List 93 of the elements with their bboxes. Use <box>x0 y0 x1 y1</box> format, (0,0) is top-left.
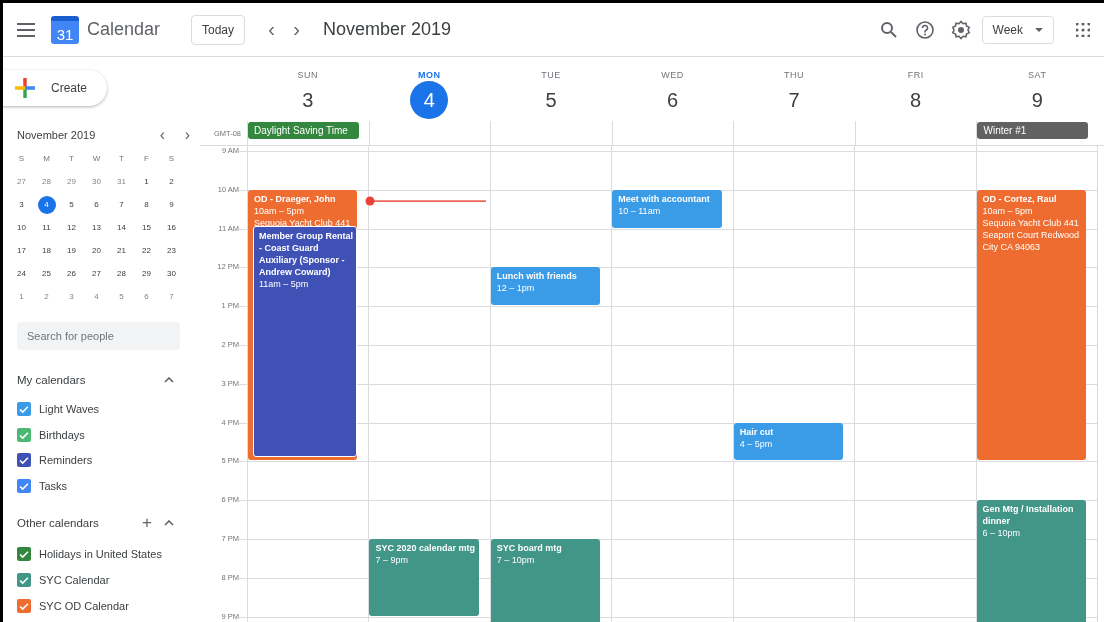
weekday-label: T <box>68 153 75 165</box>
event-block[interactable]: Gen Mtg / Installation dinner 6 – 10pm <box>976 500 1086 622</box>
mini-calendar-day[interactable]: 3 <box>9 194 34 216</box>
mini-calendar-day[interactable]: 28 <box>34 171 59 193</box>
mini-calendar-day[interactable]: 9 <box>159 194 184 216</box>
add-calendar-button[interactable]: + <box>136 513 158 534</box>
app-name: Calendar <box>87 19 162 40</box>
calendar-name: Light Waves <box>39 402 100 415</box>
all-day-event[interactable]: Daylight Saving Time <box>248 122 359 139</box>
all-day-event[interactable]: Winter #1 <box>977 122 1089 139</box>
mini-calendar-day[interactable]: 4 <box>84 286 109 308</box>
calendar-name: Reminders <box>39 454 93 467</box>
calendar-logo: 31 <box>51 15 79 44</box>
calendar-name: Birthdays <box>39 428 85 441</box>
mini-calendar-day[interactable]: 26 <box>59 263 84 285</box>
calendar-name: SYC OD Calendar <box>39 599 129 612</box>
previous-button[interactable]: ‹ <box>259 18 285 41</box>
plus-icon <box>13 76 37 100</box>
mini-calendar-day[interactable]: 23 <box>159 240 184 262</box>
day-header[interactable]: THU 7 <box>733 57 855 121</box>
calendar-checkbox[interactable] <box>17 427 31 442</box>
mini-calendar-day[interactable]: 11 <box>34 217 59 239</box>
weekday-label: F <box>143 153 150 165</box>
mini-calendar-day[interactable]: 15 <box>134 217 159 239</box>
mini-calendar-day[interactable]: 30 <box>84 171 109 193</box>
day-header[interactable]: TUE 5 <box>490 57 612 121</box>
mini-calendar-day[interactable]: 20 <box>84 240 109 262</box>
mini-calendar-day[interactable]: 28 <box>109 263 134 285</box>
mini-calendar-day[interactable]: 25 <box>34 263 59 285</box>
next-month-button[interactable]: › <box>175 126 200 144</box>
mini-calendar-day[interactable]: 14 <box>109 217 134 239</box>
calendar-name: Tasks <box>39 480 68 493</box>
mini-calendar-day[interactable]: 17 <box>9 240 34 262</box>
calendar-checkbox[interactable] <box>17 401 31 416</box>
mini-calendar-title: November 2019 <box>17 129 97 141</box>
caret-icon <box>1035 27 1043 32</box>
event-block[interactable]: OD - Draeger, John 10am – 5pm Sequoia Yacht Club 441 Member Group Rental - Coast Guard Auxiliary (Sponsor - Andrew Coward) 11am – 5pm <box>248 189 358 461</box>
day-header[interactable]: FRI 8 <box>854 57 977 121</box>
today-button[interactable]: Today <box>191 14 246 45</box>
mini-calendar-day[interactable]: 30 <box>159 263 184 285</box>
mini-calendar-day[interactable]: 3 <box>59 286 84 308</box>
mini-calendar-day[interactable]: 7 <box>159 286 184 308</box>
event-block[interactable]: SYC board mtg 7 – 10pm <box>490 539 601 622</box>
mini-calendar-day[interactable]: 10 <box>9 217 34 239</box>
calendar-checkbox[interactable] <box>17 572 31 587</box>
mini-calendar-day[interactable]: 27 <box>9 171 34 193</box>
calendar-checkbox[interactable] <box>17 598 31 613</box>
mini-calendar-day[interactable]: 1 <box>134 171 159 193</box>
mini-calendar-day[interactable]: 12 <box>59 217 84 239</box>
mini-calendar-day[interactable]: 16 <box>159 217 184 239</box>
date-range-title: November 2019 <box>323 19 453 40</box>
mini-calendar-day[interactable]: 21 <box>109 240 134 262</box>
weekday-label: W <box>91 153 102 165</box>
calendar-checkbox[interactable] <box>17 453 31 468</box>
mini-calendar-day[interactable]: 2 <box>159 171 184 193</box>
create-button[interactable]: Create <box>3 70 108 106</box>
mini-calendar-day[interactable]: 5 <box>109 286 134 308</box>
people-search-field[interactable]: Search for people <box>17 322 180 350</box>
weekday-label: T <box>118 153 125 165</box>
weekday-label: S <box>17 153 26 165</box>
event-block[interactable]: Member Group Rental - Coast Guard Auxiliary (Sponsor - Andrew Coward) 11am – 5pm <box>253 225 358 458</box>
calendar-checkbox[interactable] <box>17 547 31 562</box>
mini-calendar-day[interactable]: 6 <box>84 194 109 216</box>
mini-calendar-day[interactable]: 13 <box>84 217 109 239</box>
mini-calendar-day[interactable]: 5 <box>59 194 84 216</box>
mini-calendar-day[interactable]: 2 <box>34 286 59 308</box>
day-header[interactable]: WED 6 <box>611 57 734 121</box>
previous-month-button[interactable]: ‹ <box>150 126 175 144</box>
calendar-checkbox[interactable] <box>17 479 31 494</box>
mini-calendar-day[interactable]: 31 <box>109 171 134 193</box>
mini-calendar-day[interactable]: 22 <box>134 240 159 262</box>
mini-calendar-day[interactable]: 19 <box>59 240 84 262</box>
mini-calendar-day[interactable]: 6 <box>134 286 159 308</box>
mini-calendar-day[interactable]: 27 <box>84 263 109 285</box>
mini-calendar-day[interactable]: 29 <box>59 171 84 193</box>
calendar-name: Holidays in United States <box>39 548 162 561</box>
day-header[interactable]: MON 4 <box>368 57 491 121</box>
section-title: My calendars <box>17 374 87 386</box>
next-button[interactable]: › <box>284 18 310 41</box>
section-title: Other calendars <box>17 517 100 530</box>
mini-calendar-day[interactable]: 29 <box>134 263 159 285</box>
view-dropdown[interactable]: Week <box>981 15 1054 44</box>
weekday-label: S <box>167 153 176 165</box>
mini-calendar-day[interactable]: 1 <box>9 286 34 308</box>
mini-calendar-day[interactable]: 8 <box>134 194 159 216</box>
day-header[interactable]: SAT 9 <box>976 57 1099 121</box>
mini-calendar-day[interactable]: 7 <box>109 194 134 216</box>
mini-calendar-day[interactable]: 18 <box>34 240 59 262</box>
weekday-label: M <box>42 153 51 165</box>
mini-calendar-day[interactable]: 24 <box>9 263 34 285</box>
event-block[interactable]: SYC 2020 calendar mtg 7 – 9pm <box>369 539 479 616</box>
day-header[interactable]: SUN 3 <box>247 57 369 121</box>
calendar-name: SYC Calendar <box>39 573 110 586</box>
